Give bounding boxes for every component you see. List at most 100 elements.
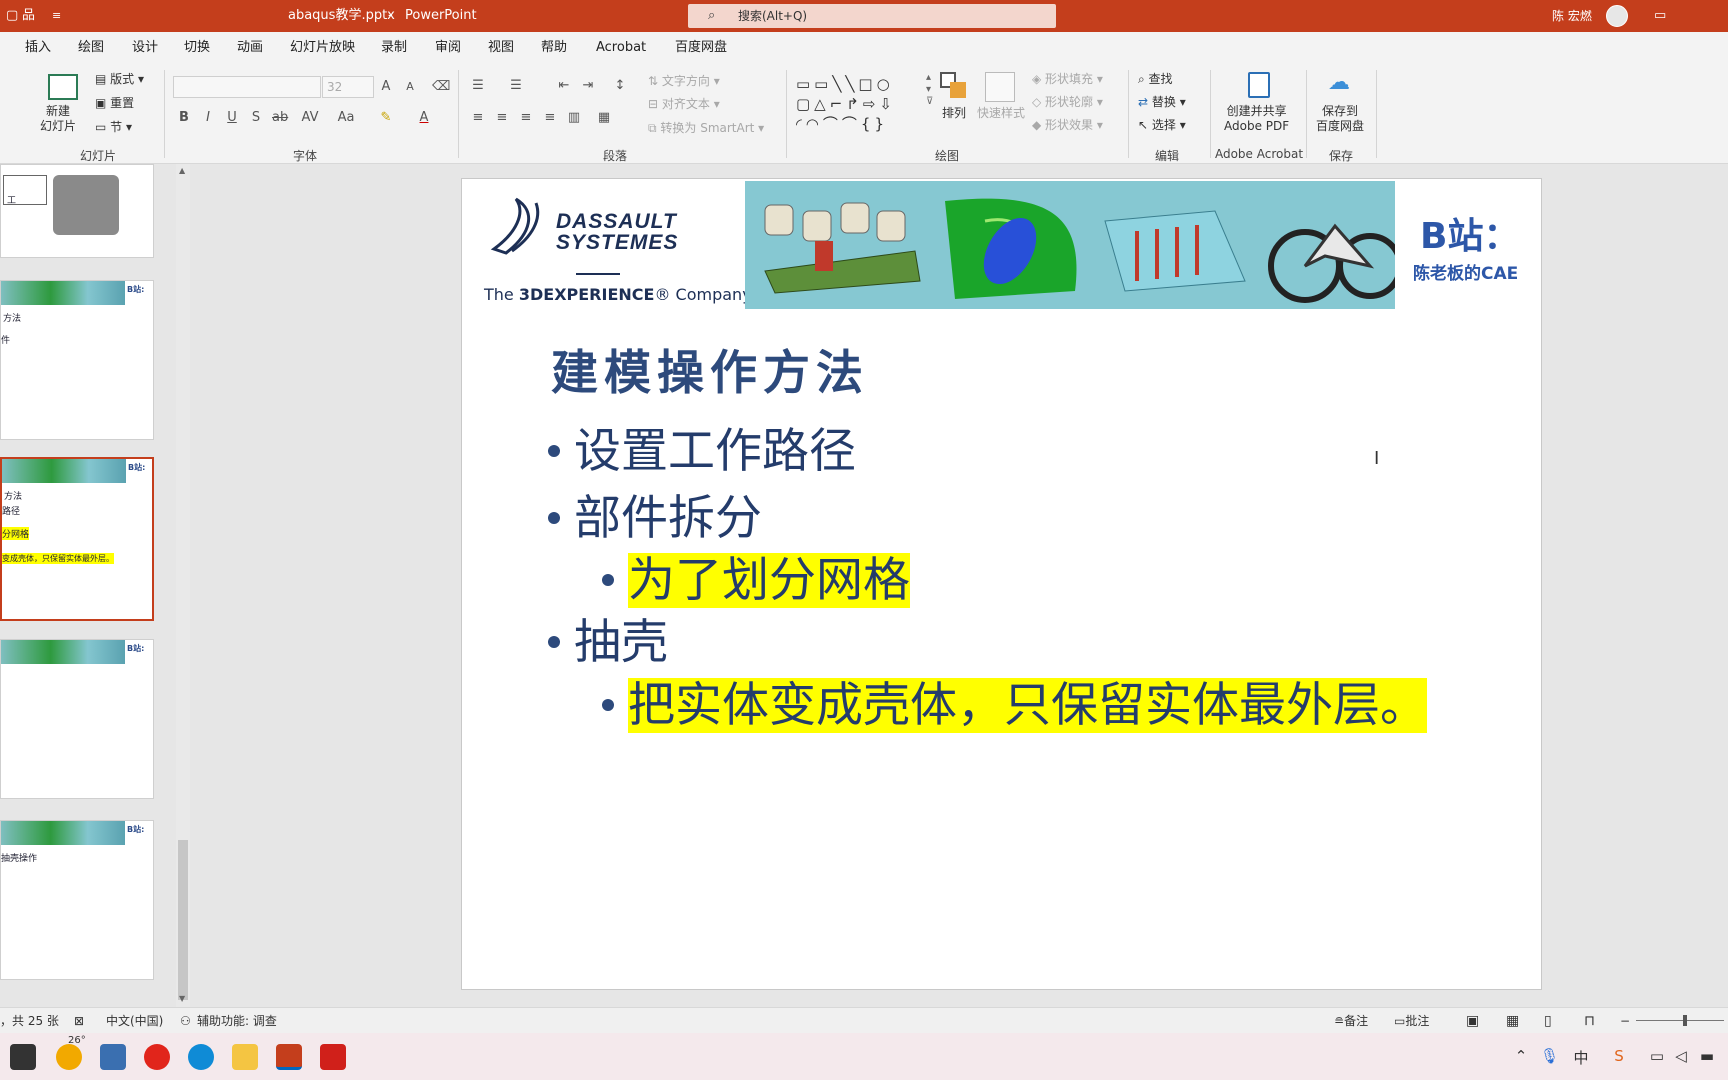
edge-icon[interactable] — [188, 1044, 214, 1070]
task-view-icon[interactable] — [10, 1044, 36, 1070]
sub-bullet-item[interactable]: 为了划分网格 — [602, 553, 910, 608]
arrange-button[interactable]: 排列 — [942, 104, 966, 121]
align-right-icon[interactable]: ≡ — [518, 110, 534, 126]
convert-smartart-button[interactable]: ⧉ 转换为 SmartArt ▾ — [648, 119, 764, 136]
zoom-out-icon[interactable]: − — [1620, 1008, 1630, 1034]
tab-review[interactable]: 审阅 — [435, 32, 461, 64]
section-button[interactable]: ▭ 节 ▾ — [95, 118, 132, 135]
increase-indent-icon[interactable]: ⇥ — [580, 78, 596, 94]
bullet-item[interactable]: 部件拆分 — [548, 492, 762, 546]
shadow-icon[interactable]: S — [248, 110, 264, 126]
volume-icon[interactable]: ◁ — [1672, 1047, 1690, 1065]
find-button[interactable]: ⌕ 查找 — [1138, 70, 1173, 87]
comments-button[interactable]: ▭ 批注 — [1394, 1008, 1429, 1034]
shapes-gallery[interactable]: ▭▭╲╲□○ ▢△⌐↱⇨⇩ ◜◠⌒⌒{} — [796, 74, 924, 134]
powerpoint-icon[interactable]: 品 — [22, 0, 35, 32]
normal-view-icon[interactable]: ▣ — [1466, 1008, 1479, 1034]
numbering-icon[interactable]: ☰ — [508, 78, 524, 94]
bullet-item[interactable]: 抽壳 — [548, 616, 668, 670]
strikethrough-icon[interactable]: ab — [272, 110, 288, 126]
char-spacing-icon[interactable]: AV — [298, 110, 322, 126]
align-left-icon[interactable]: ≡ — [470, 110, 486, 126]
scroll-up-icon[interactable]: ▲ — [179, 166, 185, 175]
microphone-icon[interactable]: 🎙 — [1540, 1047, 1559, 1065]
shape-effects-button[interactable]: ◆ 形状效果 ▾ — [1032, 116, 1103, 133]
clear-format-icon[interactable]: ⌫ — [432, 79, 450, 95]
notes-button[interactable]: ≘ 备注 — [1334, 1008, 1368, 1034]
slide-thumbnail-selected[interactable]: B站: 方法 路径 分网格 变成壳体，只保留实体最外层。 — [0, 457, 154, 621]
language-status[interactable]: 中文(中国) — [106, 1008, 163, 1034]
quick-access-dropdown-icon[interactable]: ≡ — [52, 0, 61, 32]
slide-title[interactable]: 建模操作方法 — [551, 334, 869, 403]
grow-font-icon[interactable]: A — [378, 79, 394, 95]
bold-icon[interactable]: B — [176, 110, 192, 126]
tab-insert[interactable]: 插入 — [25, 32, 51, 64]
shape-fill-button[interactable]: ◈ 形状填充 ▾ — [1032, 70, 1103, 87]
scroll-down-icon[interactable]: ▼ — [179, 994, 185, 1003]
underline-icon[interactable]: U — [224, 110, 240, 126]
calculator-icon[interactable] — [100, 1044, 126, 1070]
spellcheck-icon[interactable]: ⊠ — [74, 1008, 84, 1034]
tab-baidu[interactable]: 百度网盘 — [675, 32, 727, 64]
create-share-pdf-button[interactable]: 创建并共享 Adobe PDF — [1224, 104, 1289, 134]
tab-draw[interactable]: 绘图 — [78, 32, 104, 64]
weather-icon[interactable] — [56, 1044, 82, 1070]
sub-bullet-item[interactable]: 把实体变成壳体，只保留实体最外层。 — [602, 678, 1427, 733]
search-box[interactable]: ⌕ 搜索(Alt+Q) — [688, 4, 1056, 28]
accessibility-status[interactable]: 辅助功能: 调查 — [197, 1008, 277, 1034]
user-name[interactable]: 陈 宏燃 — [1552, 0, 1592, 32]
highlight-icon[interactable]: ✎ — [378, 110, 394, 126]
tab-transitions[interactable]: 切换 — [184, 32, 210, 64]
tab-slideshow[interactable]: 幻灯片放映 — [290, 32, 355, 64]
zoom-slider[interactable] — [1636, 1020, 1724, 1021]
tab-record[interactable]: 录制 — [381, 32, 407, 64]
scrollbar-thumb[interactable] — [178, 840, 188, 1000]
new-slide-button[interactable]: 新建 幻灯片 — [40, 104, 76, 134]
network-icon[interactable]: ▭ — [1648, 1047, 1666, 1065]
font-size-combo[interactable]: 32 — [322, 76, 374, 98]
tray-expand-icon[interactable]: ⌃ — [1512, 1047, 1530, 1065]
slideshow-icon[interactable]: ⊓ — [1584, 1008, 1595, 1034]
decrease-indent-icon[interactable]: ⇤ — [556, 78, 572, 94]
slide-thumbnail[interactable]: 工 — [0, 164, 154, 258]
slide-thumbnail[interactable]: B站: 方法 件 — [0, 280, 154, 440]
distribute-icon[interactable]: ▥ — [566, 110, 582, 126]
slide-canvas[interactable]: DASSAULT SYSTEMES The 3DEXPERIENCE® Comp… — [461, 178, 1542, 990]
ime-icon[interactable]: 中 — [1572, 1047, 1590, 1068]
acrobat-icon[interactable] — [320, 1044, 346, 1070]
save-baidu-button[interactable]: 保存到 百度网盘 — [1316, 104, 1364, 134]
reset-button[interactable]: ▣ 重置 — [95, 94, 134, 111]
tab-design[interactable]: 设计 — [132, 32, 158, 64]
file-explorer-icon[interactable] — [232, 1044, 258, 1070]
avatar[interactable] — [1606, 5, 1628, 27]
line-spacing-icon[interactable]: ↕ — [612, 78, 628, 94]
change-case-icon[interactable]: Aa — [334, 110, 358, 126]
shapes-scroll[interactable]: ▴ ▾ ⊽ — [926, 72, 933, 108]
accessibility-icon[interactable]: ⚇ — [180, 1008, 191, 1034]
tab-acrobat[interactable]: Acrobat — [596, 32, 646, 64]
zoom-slider-thumb[interactable] — [1683, 1015, 1687, 1026]
battery-icon[interactable]: ▬ — [1698, 1047, 1716, 1065]
align-center-icon[interactable]: ≡ — [494, 110, 510, 126]
align-text-button[interactable]: ⊟ 对齐文本 ▾ — [648, 95, 720, 112]
thumbnails-scrollbar[interactable]: ▲ ▼ — [176, 164, 190, 1007]
tab-view[interactable]: 视图 — [488, 32, 514, 64]
columns-icon[interactable]: ▦ — [596, 110, 612, 126]
justify-icon[interactable]: ≡ — [542, 110, 558, 126]
slide-thumbnail[interactable]: B站: — [0, 639, 154, 799]
text-direction-button[interactable]: ⇅ 文字方向 ▾ — [648, 72, 720, 89]
font-name-combo[interactable] — [173, 76, 321, 98]
sogou-icon[interactable]: S — [1610, 1047, 1628, 1065]
netease-music-icon[interactable] — [144, 1044, 170, 1070]
quick-styles-button[interactable]: 快速样式 — [977, 104, 1025, 121]
ribbon-display-icon[interactable]: ▭ — [1654, 0, 1666, 32]
shape-outline-button[interactable]: ◇ 形状轮廓 ▾ — [1032, 93, 1103, 110]
tab-animations[interactable]: 动画 — [237, 32, 263, 64]
replace-button[interactable]: ⇄ 替换 ▾ — [1138, 93, 1186, 110]
powerpoint-taskbar-icon[interactable] — [276, 1044, 302, 1070]
tab-help[interactable]: 帮助 — [541, 32, 567, 64]
bullets-icon[interactable]: ☰ — [470, 78, 486, 94]
autosave-icon[interactable]: ▢ — [6, 0, 18, 32]
italic-icon[interactable]: I — [200, 110, 216, 126]
bullet-item[interactable]: 设置工作路径 — [548, 425, 856, 479]
